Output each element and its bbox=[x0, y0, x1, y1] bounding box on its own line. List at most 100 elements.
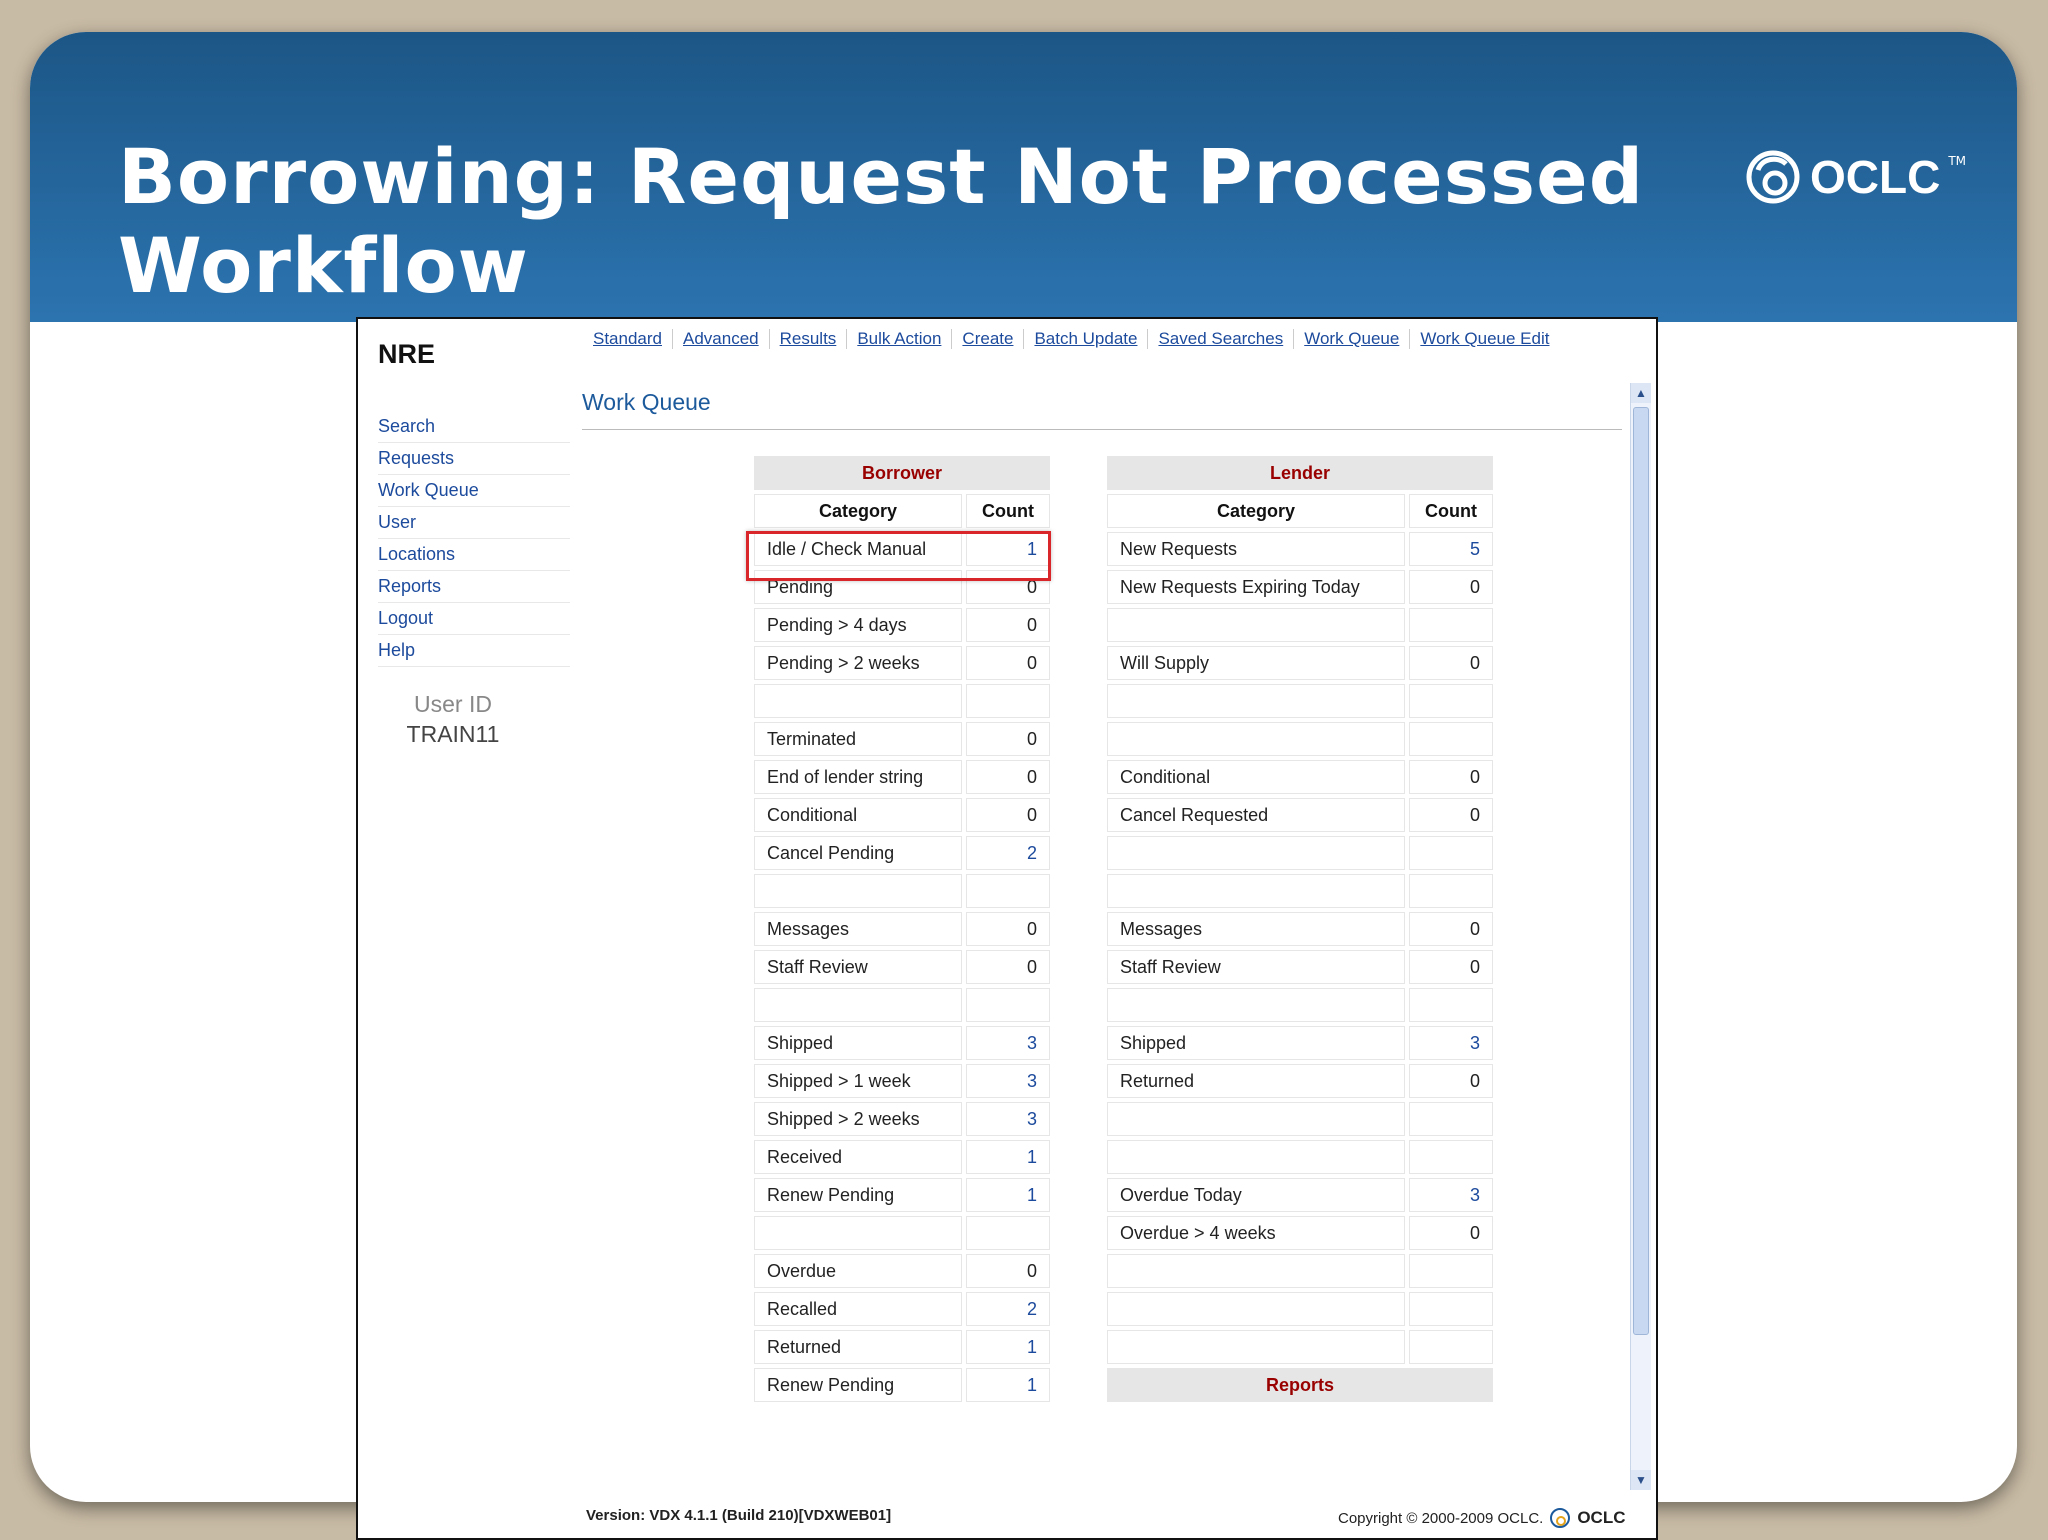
count-link[interactable]: 3 bbox=[1027, 1109, 1037, 1129]
count-cell: 0 bbox=[1409, 798, 1493, 832]
category-cell: Returned bbox=[1107, 1064, 1405, 1098]
brand-text: OCLC bbox=[1810, 151, 1941, 203]
oclc-brand: OCLC TM bbox=[1744, 148, 1966, 206]
lender-count-header: Count bbox=[1409, 494, 1493, 528]
count-link[interactable]: 2 bbox=[1027, 843, 1037, 863]
count-cell: 5 bbox=[1409, 532, 1493, 566]
table-row: Pending > 4 days 0 bbox=[754, 608, 1050, 642]
table-row bbox=[1107, 988, 1493, 1022]
count-cell: 3 bbox=[966, 1026, 1050, 1060]
count-cell: 2 bbox=[966, 1292, 1050, 1326]
count-cell: 0 bbox=[1409, 1216, 1493, 1250]
scroll-up-icon[interactable]: ▲ bbox=[1631, 383, 1651, 403]
count-cell: 0 bbox=[1409, 912, 1493, 946]
count-cell bbox=[966, 874, 1050, 908]
nav-saved-searches[interactable]: Saved Searches bbox=[1148, 329, 1295, 349]
nav-bulk-action[interactable]: Bulk Action bbox=[847, 329, 953, 349]
copyright-text: Copyright © 2000-2009 OCLC. bbox=[1338, 1509, 1544, 1527]
count-cell: 3 bbox=[1409, 1178, 1493, 1212]
vertical-scrollbar[interactable]: ▲ ▼ bbox=[1630, 383, 1651, 1490]
count-cell bbox=[1409, 684, 1493, 718]
count-cell bbox=[966, 684, 1050, 718]
count-link[interactable]: 5 bbox=[1470, 539, 1480, 559]
table-row: Messages 0 bbox=[1107, 912, 1493, 946]
sidebar-item-logout[interactable]: Logout bbox=[378, 603, 570, 635]
count-cell: 0 bbox=[966, 646, 1050, 680]
table-row bbox=[754, 1216, 1050, 1250]
count-link[interactable]: 3 bbox=[1027, 1033, 1037, 1053]
count-link[interactable]: 2 bbox=[1027, 1299, 1037, 1319]
nav-work-queue-edit[interactable]: Work Queue Edit bbox=[1410, 329, 1559, 349]
table-row: Conditional 0 bbox=[1107, 760, 1493, 794]
count-link[interactable]: 3 bbox=[1470, 1185, 1480, 1205]
count-link[interactable]: 1 bbox=[1027, 1147, 1037, 1167]
sidebar-item-locations[interactable]: Locations bbox=[378, 539, 570, 571]
count-cell: 0 bbox=[1409, 1064, 1493, 1098]
nav-batch-update[interactable]: Batch Update bbox=[1024, 329, 1149, 349]
count-cell bbox=[1409, 836, 1493, 870]
scroll-down-icon[interactable]: ▼ bbox=[1631, 1470, 1651, 1490]
table-row: Overdue > 4 weeks 0 bbox=[1107, 1216, 1493, 1250]
sidebar-item-requests[interactable]: Requests bbox=[378, 443, 570, 475]
count-cell: 0 bbox=[1409, 950, 1493, 984]
footer-brand: OCLC bbox=[1577, 1508, 1626, 1527]
table-row bbox=[1107, 1254, 1493, 1288]
nav-work-queue[interactable]: Work Queue bbox=[1294, 329, 1411, 349]
table-row: Will Supply 0 bbox=[1107, 646, 1493, 680]
app-logo: NRE bbox=[378, 339, 436, 369]
table-row bbox=[1107, 608, 1493, 642]
count-link[interactable]: 3 bbox=[1027, 1071, 1037, 1091]
table-row: New Requests 5 bbox=[1107, 532, 1493, 566]
count-cell: 0 bbox=[966, 912, 1050, 946]
sidebar-item-reports[interactable]: Reports bbox=[378, 571, 570, 603]
table-row: Shipped 3 bbox=[754, 1026, 1050, 1060]
count-link[interactable]: 1 bbox=[1027, 1375, 1037, 1395]
category-cell bbox=[1107, 1292, 1405, 1326]
version-text: Version: VDX 4.1.1 (Build 210)[VDXWEB01] bbox=[586, 1507, 892, 1524]
count-cell bbox=[966, 1216, 1050, 1250]
nav-advanced[interactable]: Advanced bbox=[673, 329, 770, 349]
top-navigation: Standard Advanced Results Bulk Action Cr… bbox=[583, 329, 1559, 349]
nre-browser-window: NRE Standard Advanced Results Bulk Actio… bbox=[356, 317, 1658, 1540]
lender-reports-header[interactable]: Reports bbox=[1107, 1368, 1493, 1402]
category-cell: Renew Pending bbox=[754, 1178, 962, 1212]
count-cell bbox=[1409, 722, 1493, 756]
table-row: New Requests Expiring Today 0 bbox=[1107, 570, 1493, 604]
count-link[interactable]: 3 bbox=[1470, 1033, 1480, 1053]
category-cell: Terminated bbox=[754, 722, 962, 756]
category-cell: Cancel Requested bbox=[1107, 798, 1405, 832]
category-cell bbox=[1107, 988, 1405, 1022]
sidebar-item-work-queue[interactable]: Work Queue bbox=[378, 475, 570, 507]
slide-title: Borrowing: Request Not Processed Workflo… bbox=[118, 132, 1645, 310]
category-cell bbox=[1107, 608, 1405, 642]
table-row bbox=[754, 874, 1050, 908]
table-row: Renew Pending 1 bbox=[754, 1178, 1050, 1212]
category-cell: Shipped > 2 weeks bbox=[754, 1102, 962, 1136]
table-row: End of lender string 0 bbox=[754, 760, 1050, 794]
count-link[interactable]: 1 bbox=[1027, 1185, 1037, 1205]
user-id-label: User ID bbox=[414, 691, 492, 717]
category-cell bbox=[754, 684, 962, 718]
lender-rows: New Requests 5 New Requests Expiring Today… bbox=[1107, 532, 1493, 1364]
borrower-table: Borrower Category Count Idle / Check Man… bbox=[750, 452, 1054, 1406]
count-cell: 0 bbox=[1409, 570, 1493, 604]
title-divider bbox=[582, 429, 1622, 430]
nav-standard[interactable]: Standard bbox=[583, 329, 673, 349]
sidebar-item-help[interactable]: Help bbox=[378, 635, 570, 667]
table-row: Returned 1 bbox=[754, 1330, 1050, 1364]
nav-results[interactable]: Results bbox=[770, 329, 848, 349]
count-link[interactable]: 1 bbox=[1027, 1337, 1037, 1357]
nav-create[interactable]: Create bbox=[952, 329, 1025, 349]
table-row bbox=[1107, 1292, 1493, 1326]
category-cell: Will Supply bbox=[1107, 646, 1405, 680]
sidebar-item-search[interactable]: Search bbox=[378, 411, 570, 443]
table-row: Staff Review 0 bbox=[754, 950, 1050, 984]
table-row bbox=[1107, 1102, 1493, 1136]
count-cell bbox=[1409, 874, 1493, 908]
count-cell: 3 bbox=[966, 1064, 1050, 1098]
slide-banner: Borrowing: Request Not Processed Workflo… bbox=[30, 32, 2017, 322]
count-cell bbox=[1409, 1102, 1493, 1136]
user-id-value: TRAIN11 bbox=[406, 721, 500, 747]
scrollbar-thumb[interactable] bbox=[1633, 407, 1649, 1335]
sidebar-item-user[interactable]: User bbox=[378, 507, 570, 539]
